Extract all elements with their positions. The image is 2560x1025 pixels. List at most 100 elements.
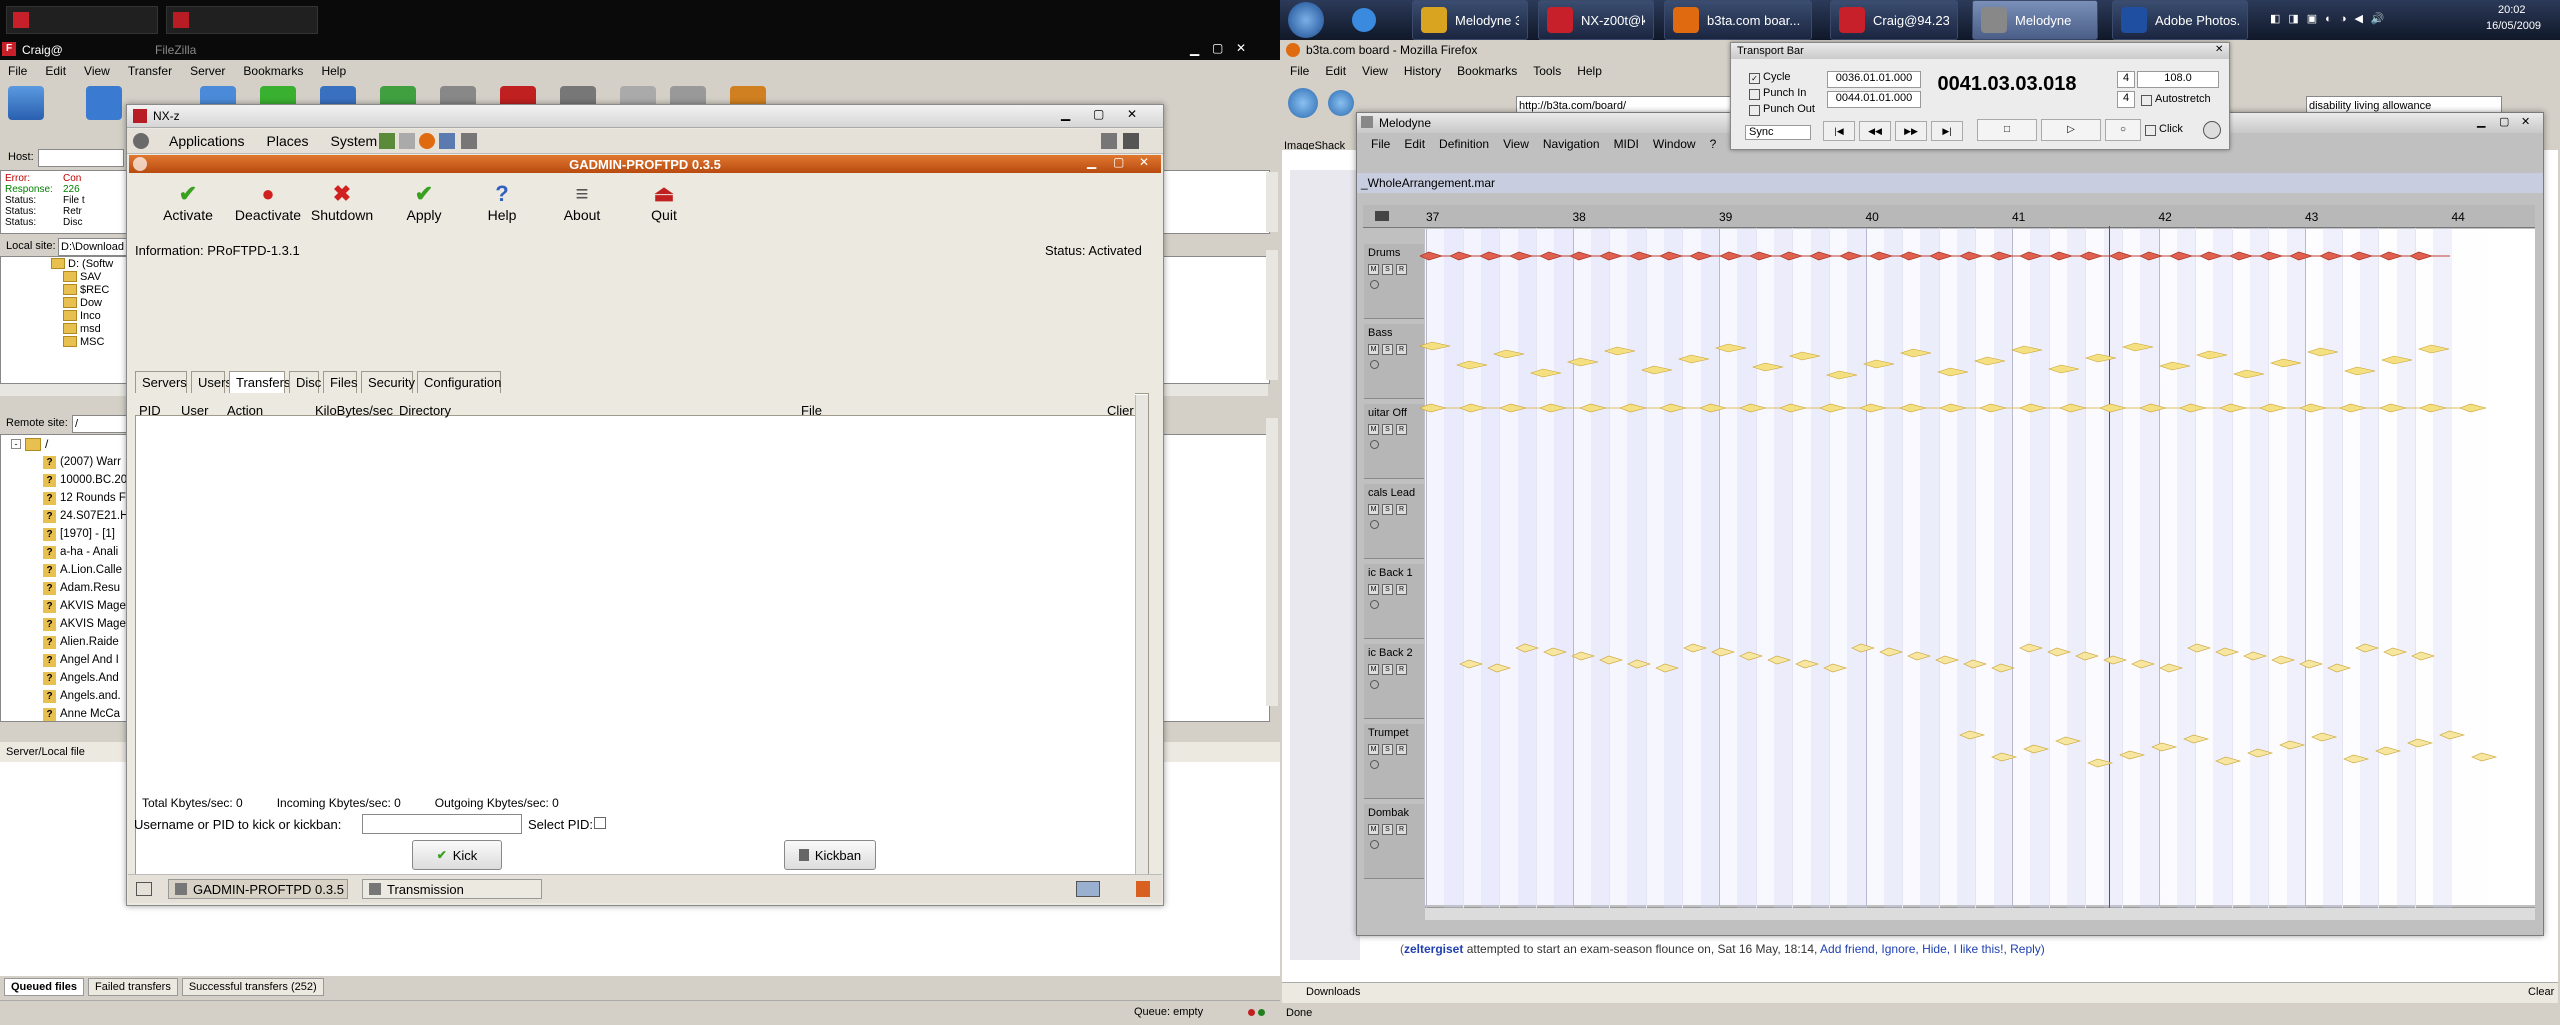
menu-item[interactable]: Bookmarks bbox=[1457, 64, 1517, 78]
stop-icon[interactable]: □ bbox=[1977, 119, 2037, 141]
cycle-end[interactable]: 0044.01.01.000 bbox=[1827, 91, 1921, 108]
menu-item[interactable]: File bbox=[8, 64, 27, 78]
sync-select[interactable]: Sync bbox=[1745, 125, 1811, 140]
note-blob[interactable] bbox=[2355, 643, 2380, 653]
note-blob[interactable] bbox=[2381, 355, 2413, 365]
menu-item[interactable]: Transfer bbox=[128, 64, 172, 78]
post-links[interactable]: Add friend, Ignore, Hide, I like this!, … bbox=[1820, 942, 2045, 956]
note-blob[interactable] bbox=[2409, 251, 2434, 261]
toolbar-button-apply[interactable]: ✔ Apply bbox=[389, 181, 459, 223]
local-tree-item[interactable]: $REC bbox=[63, 283, 113, 296]
tab-servers[interactable]: Servers bbox=[135, 371, 187, 395]
track-header[interactable]: Drums M S R bbox=[1364, 244, 1424, 319]
note-blob[interactable] bbox=[2169, 251, 2194, 261]
note-blob[interactable] bbox=[1539, 251, 1564, 261]
menu-item[interactable]: File bbox=[1371, 137, 1390, 151]
track-btn-icon[interactable]: M bbox=[1368, 504, 1379, 515]
note-blob[interactable] bbox=[1515, 643, 1540, 653]
note-blob[interactable] bbox=[1659, 403, 1687, 413]
track-btn-icon[interactable]: M bbox=[1368, 344, 1379, 355]
tab-configuration[interactable]: Configuration bbox=[417, 371, 501, 395]
track-btn-icon[interactable]: M bbox=[1368, 664, 1379, 675]
note-blob[interactable] bbox=[1599, 251, 1624, 261]
local-tree-item[interactable]: msd bbox=[63, 322, 113, 335]
menu-item[interactable]: View bbox=[1503, 137, 1529, 151]
autostretch-checkbox[interactable] bbox=[2141, 95, 2152, 106]
column-header[interactable]: KiloBytes/sec bbox=[315, 403, 393, 418]
track-btn-icon[interactable]: M bbox=[1368, 824, 1379, 835]
back-icon[interactable] bbox=[1288, 88, 1318, 118]
note-blob[interactable] bbox=[2119, 750, 2146, 760]
note-blob[interactable] bbox=[1826, 370, 1858, 380]
local-site-input[interactable] bbox=[58, 238, 136, 256]
remote-tree-item[interactable]: ? Angels.and. bbox=[43, 687, 133, 705]
note-blob[interactable] bbox=[2289, 251, 2314, 261]
record-icon[interactable]: ○ bbox=[2105, 119, 2141, 141]
remote-scrollbar[interactable] bbox=[1266, 418, 1278, 706]
note-blob[interactable] bbox=[1899, 251, 1924, 261]
track-btn-icon[interactable]: R bbox=[1396, 424, 1407, 435]
note-blob[interactable] bbox=[1699, 403, 1727, 413]
launcher-icon-1[interactable] bbox=[379, 133, 395, 149]
note-blob[interactable] bbox=[1530, 368, 1562, 378]
note-blob[interactable] bbox=[1795, 659, 1820, 669]
maximize-icon[interactable]: ▢ bbox=[1212, 41, 1223, 55]
toolbar-button-deactivate[interactable]: ● Deactivate bbox=[233, 181, 303, 223]
note-blob[interactable] bbox=[2343, 754, 2370, 764]
note-blob[interactable] bbox=[1739, 403, 1767, 413]
note-blob[interactable] bbox=[2139, 251, 2164, 261]
note-blob[interactable] bbox=[1567, 357, 1599, 367]
local-tree-item[interactable]: D: (Softw bbox=[51, 257, 113, 270]
note-blob[interactable] bbox=[1459, 659, 1484, 669]
note-blob[interactable] bbox=[1929, 251, 1954, 261]
kick-input[interactable] bbox=[362, 814, 522, 834]
menu-item[interactable]: MIDI bbox=[1614, 137, 1639, 151]
queue-tab[interactable]: Failed transfers bbox=[88, 978, 178, 996]
note-blob[interactable] bbox=[1749, 251, 1774, 261]
note-blob[interactable] bbox=[1579, 403, 1607, 413]
remote-tree-item[interactable]: ? AKVIS Mage bbox=[43, 615, 133, 633]
track-knob-icon[interactable] bbox=[1370, 680, 1379, 689]
note-blob[interactable] bbox=[1599, 655, 1624, 665]
note-blob[interactable] bbox=[1655, 663, 1680, 673]
note-blob[interactable] bbox=[2103, 655, 2128, 665]
kick-button[interactable]: ✔ Kick bbox=[412, 840, 502, 870]
host-input[interactable] bbox=[38, 149, 124, 167]
fwd-bar-icon[interactable]: ▶▶ bbox=[1895, 121, 1927, 141]
note-blob[interactable] bbox=[2122, 342, 2154, 352]
track-knob-icon[interactable] bbox=[1370, 520, 1379, 529]
remote-tree-item[interactable]: ? [1970] - [1] bbox=[43, 525, 133, 543]
volume-knob-icon[interactable] bbox=[2203, 121, 2221, 139]
track-header[interactable]: ic Back 2 MSR bbox=[1364, 644, 1424, 719]
note-blob[interactable] bbox=[2085, 353, 2117, 363]
close-icon[interactable]: ✕ bbox=[1236, 41, 1246, 55]
note-blob[interactable] bbox=[1859, 403, 1887, 413]
note-blob[interactable] bbox=[2048, 364, 2080, 374]
column-header[interactable]: Clier bbox=[1107, 403, 1134, 418]
note-blob[interactable] bbox=[2270, 358, 2302, 368]
note-blob[interactable] bbox=[2419, 403, 2447, 413]
note-blob[interactable] bbox=[1863, 359, 1895, 369]
note-blob[interactable] bbox=[1711, 647, 1736, 657]
note-blob[interactable] bbox=[2087, 758, 2114, 768]
post-user[interactable]: zeltergiset bbox=[1404, 942, 1463, 956]
close-icon[interactable]: ✕ bbox=[1139, 155, 1149, 169]
remote-tree-item[interactable]: ? Anne McCa bbox=[43, 705, 133, 723]
note-blob[interactable] bbox=[1571, 651, 1596, 661]
track-btn-icon[interactable]: R bbox=[1396, 824, 1407, 835]
maximize-icon[interactable]: ▢ bbox=[1113, 155, 1124, 169]
note-blob[interactable] bbox=[1683, 643, 1708, 653]
track-btn-icon[interactable]: M bbox=[1368, 264, 1379, 275]
note-blob[interactable] bbox=[1823, 663, 1848, 673]
track-header[interactable]: Trumpet M S R bbox=[1364, 724, 1424, 799]
note-blob[interactable] bbox=[1499, 403, 1527, 413]
kickban-button[interactable]: Kickban bbox=[784, 840, 876, 870]
panel-item[interactable]: GADMIN-PROFTPD 0.3.5 bbox=[168, 879, 348, 899]
note-blob[interactable] bbox=[1659, 251, 1684, 261]
menu-item[interactable]: View bbox=[1362, 64, 1388, 78]
note-blob[interactable] bbox=[2379, 251, 2404, 261]
note-blob[interactable] bbox=[2311, 732, 2338, 742]
ruler-flag-icon[interactable] bbox=[1375, 211, 1389, 221]
tab-security[interactable]: Security bbox=[361, 371, 415, 395]
note-blob[interactable] bbox=[2023, 744, 2050, 754]
